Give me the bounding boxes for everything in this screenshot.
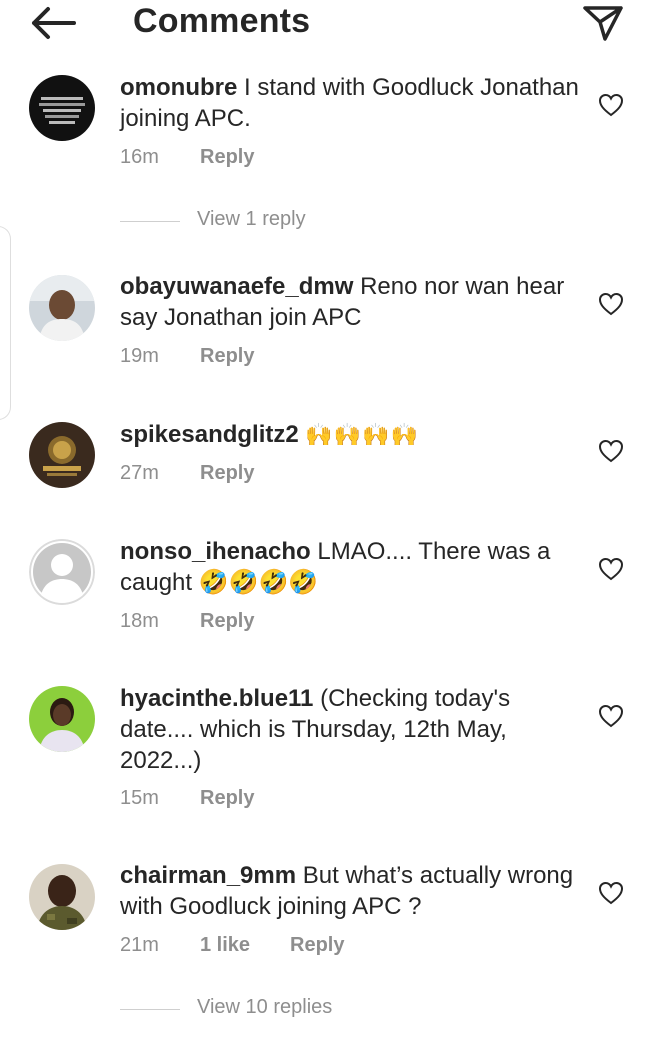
comment-username[interactable]: omonubre	[120, 74, 237, 101]
comment-username[interactable]: nonso_ihenacho	[120, 538, 311, 565]
avatar[interactable]	[29, 422, 95, 488]
comment-text: 🙌🙌🙌🙌	[305, 422, 419, 447]
comment-time: 27m	[120, 462, 159, 484]
avatar[interactable]	[29, 539, 95, 605]
comment-time: 21m	[120, 934, 159, 956]
comment-meta: 21m 1 like Reply	[120, 934, 344, 957]
comment-time: 16m	[120, 146, 159, 168]
paper-plane-icon[interactable]	[582, 4, 624, 42]
avatar[interactable]	[29, 275, 95, 341]
comment-username[interactable]: spikesandglitz2	[120, 421, 299, 448]
comment-username[interactable]: obayuwanaefe_dmw	[120, 273, 353, 300]
reply-button[interactable]: Reply	[200, 146, 254, 168]
reply-button[interactable]: Reply	[200, 610, 254, 632]
comment-username[interactable]: hyacinthe.blue11	[120, 685, 313, 712]
divider-line	[120, 1009, 180, 1010]
comment-time: 19m	[120, 345, 159, 367]
like-count[interactable]: 1 like	[200, 934, 290, 957]
page-title: Comments	[133, 2, 311, 40]
reply-button[interactable]: Reply	[290, 934, 344, 956]
arrow-left-icon[interactable]	[30, 6, 76, 40]
reply-button[interactable]: Reply	[200, 462, 254, 484]
heart-icon[interactable]	[598, 93, 624, 117]
divider-line	[120, 221, 180, 222]
view-replies-label: View 1 reply	[197, 208, 306, 230]
comment-meta: 16m Reply	[120, 146, 254, 169]
heart-icon[interactable]	[598, 439, 624, 463]
heart-icon[interactable]	[598, 881, 624, 905]
heart-icon[interactable]	[598, 704, 624, 728]
side-panel-edge	[0, 226, 11, 420]
header-bar: Comments	[0, 0, 662, 52]
view-replies-label: View 10 replies	[197, 996, 333, 1018]
comment-username[interactable]: chairman_9mm	[120, 862, 296, 889]
comment-meta: 27m Reply	[120, 462, 254, 485]
reply-button[interactable]: Reply	[200, 787, 254, 809]
avatar[interactable]	[29, 75, 95, 141]
heart-icon[interactable]	[598, 557, 624, 581]
heart-icon[interactable]	[598, 292, 624, 316]
comment-time: 15m	[120, 787, 159, 809]
reply-button[interactable]: Reply	[200, 345, 254, 367]
comment-meta: 15m Reply	[120, 787, 254, 810]
comment-meta: 18m Reply	[120, 610, 254, 633]
comment-time: 18m	[120, 610, 159, 632]
avatar[interactable]	[29, 686, 95, 752]
comment-meta: 19m Reply	[120, 345, 254, 368]
avatar[interactable]	[29, 864, 95, 930]
